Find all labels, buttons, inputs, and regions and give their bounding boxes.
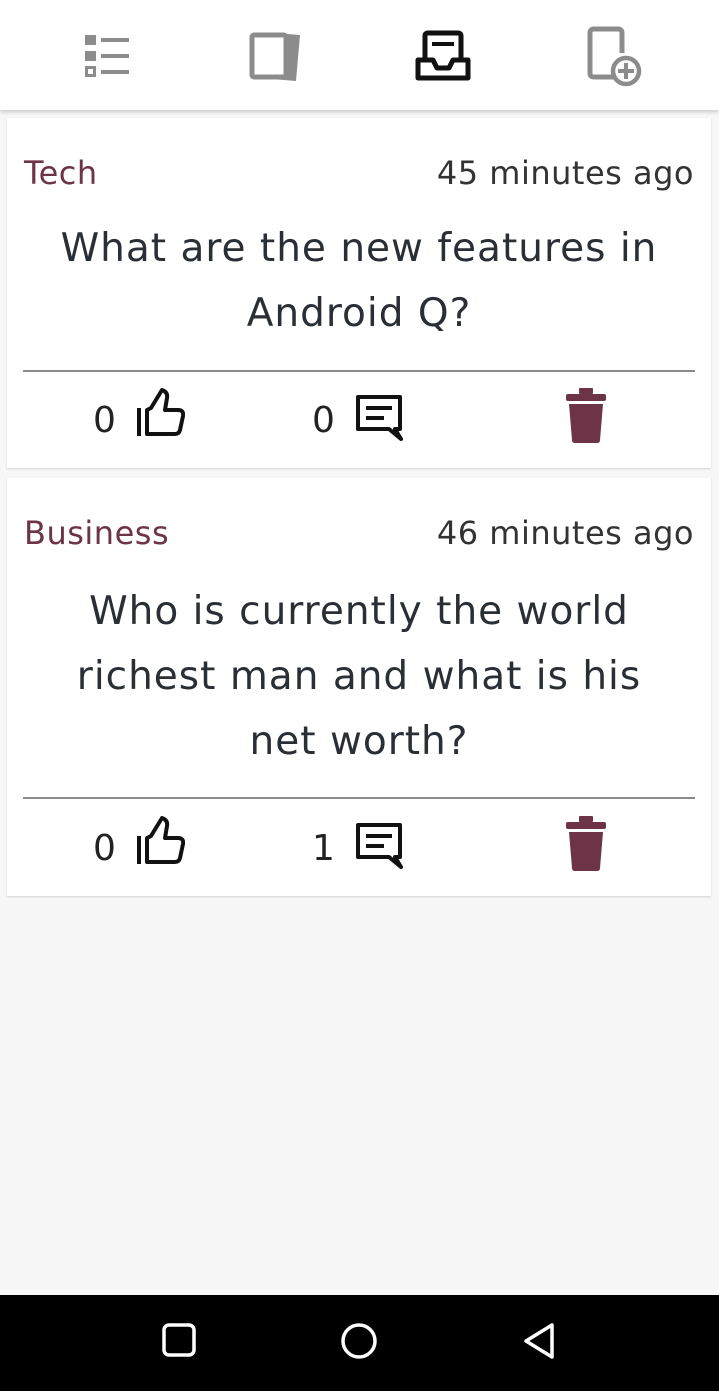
- post-category: Business: [24, 514, 170, 552]
- comment-count: 0: [312, 400, 335, 441]
- list-icon: [85, 35, 129, 77]
- comment-icon[interactable]: [355, 394, 403, 442]
- like-count: 0: [93, 400, 116, 441]
- top-tab-bar: [0, 0, 719, 110]
- post-question[interactable]: Who is currently the world richest man a…: [37, 579, 681, 774]
- comment-icon[interactable]: [355, 822, 403, 870]
- post-category: Tech: [24, 154, 98, 192]
- inbox-icon: [415, 30, 471, 81]
- tab-inbox[interactable]: [408, 22, 478, 90]
- add-document-icon: [587, 26, 642, 87]
- recent-apps-icon[interactable]: [160, 1321, 198, 1359]
- system-navigation-bar: [0, 1295, 719, 1391]
- delete-icon[interactable]: [565, 814, 607, 872]
- home-icon[interactable]: [339, 1321, 379, 1361]
- like-count: 0: [93, 828, 116, 869]
- post-card[interactable]: Tech 45 minutes ago What are the new fea…: [7, 118, 711, 468]
- tab-add-document[interactable]: [578, 22, 648, 90]
- post-question[interactable]: What are the new features in Android Q?: [37, 216, 681, 346]
- delete-icon[interactable]: [565, 386, 607, 444]
- tab-cards[interactable]: [240, 22, 310, 90]
- card-divider: [23, 370, 695, 372]
- like-icon[interactable]: [135, 816, 185, 866]
- like-icon[interactable]: [135, 388, 185, 438]
- tab-list[interactable]: [72, 22, 142, 90]
- post-time: 45 minutes ago: [436, 154, 694, 192]
- card-divider: [23, 797, 695, 799]
- back-icon[interactable]: [520, 1321, 558, 1361]
- comment-count: 1: [312, 828, 335, 869]
- cards-icon: [249, 32, 300, 81]
- post-card[interactable]: Business 46 minutes ago Who is currently…: [7, 478, 711, 896]
- post-time: 46 minutes ago: [436, 514, 694, 552]
